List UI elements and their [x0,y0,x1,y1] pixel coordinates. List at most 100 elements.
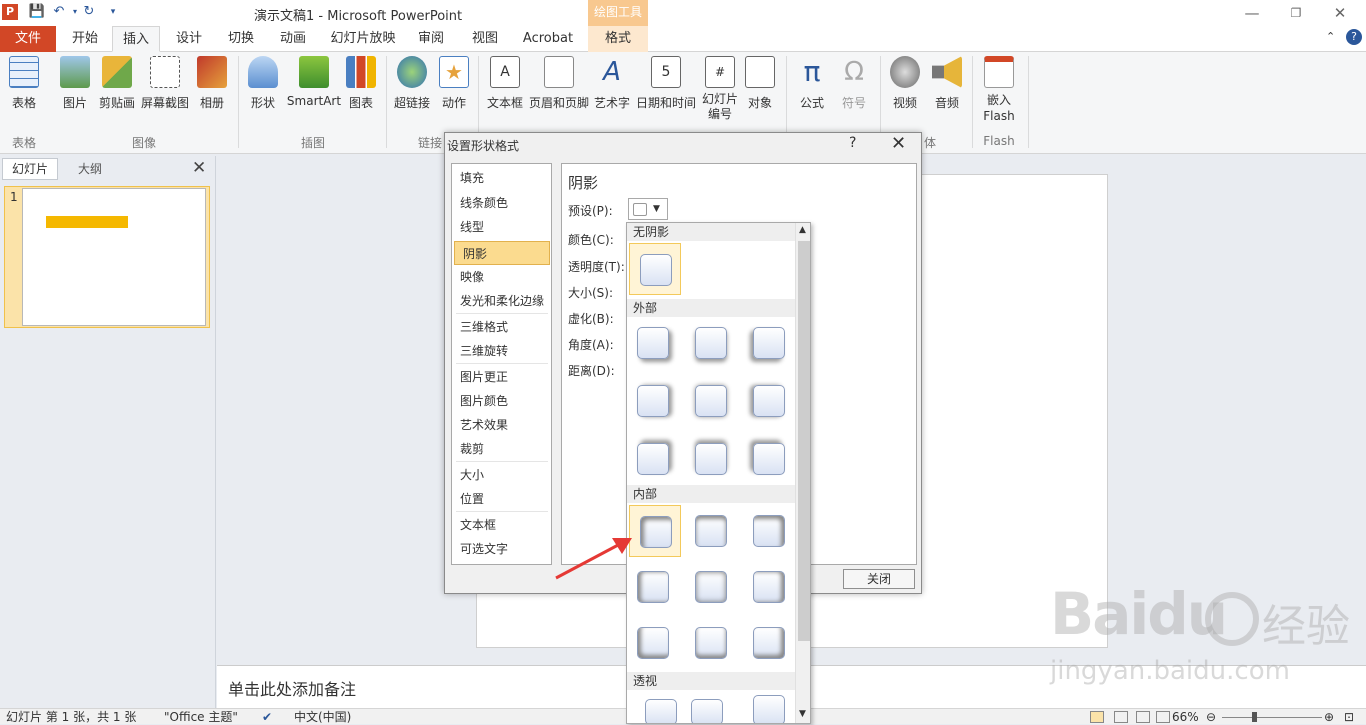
category-alt-text[interactable]: 可选文字 [452,537,551,561]
scroll-up-icon[interactable]: ▲ [799,225,806,235]
category-3d-rotation[interactable]: 三维旋转 [452,339,551,363]
slide-sorter-icon[interactable] [1114,711,1128,723]
tab-review[interactable]: 审阅 [410,26,452,52]
tab-acrobat[interactable]: Acrobat [518,26,578,52]
tab-file[interactable]: 文件 [0,26,56,52]
tab-home[interactable]: 开始 [64,26,106,52]
scroll-down-icon[interactable]: ▼ [799,709,806,719]
slide-number-button[interactable]: # 幻灯片编号 [700,56,740,122]
scrollbar-thumb[interactable] [798,241,810,641]
category-shadow[interactable]: 阴影 [454,241,550,265]
outer-shadow-preset[interactable] [753,327,785,359]
symbol-button[interactable]: Ω 符号 [836,56,872,111]
equation-button[interactable]: π 公式 [794,56,830,111]
language-status[interactable]: 中文(中国) [294,709,351,725]
outer-shadow-preset[interactable] [637,385,669,417]
collapse-ribbon-icon[interactable]: ⌃ [1326,30,1335,43]
category-fill[interactable]: 填充 [452,166,551,190]
slide-show-icon[interactable] [1156,711,1170,723]
clip-art-button[interactable]: 剪贴画 [96,56,138,111]
close-button[interactable]: 关闭 [843,569,915,589]
category-text-box[interactable]: 文本框 [452,513,551,537]
zoom-level[interactable]: 66% [1172,709,1199,725]
date-time-button[interactable]: 5 日期和时间 [636,56,696,111]
inner-shadow-preset[interactable] [753,571,785,603]
zoom-in-icon[interactable]: ⊕ [1324,709,1334,725]
category-position[interactable]: 位置 [452,487,551,511]
tab-slides[interactable]: 幻灯片 [2,158,58,180]
outer-shadow-preset[interactable] [753,443,785,475]
preset-no-shadow[interactable] [629,243,681,295]
close-panel-icon[interactable]: ✕ [192,158,210,178]
spell-check-icon[interactable]: ✔ [262,709,272,725]
perspective-shadow-preset[interactable] [645,699,677,723]
inner-shadow-preset[interactable] [695,571,727,603]
minimize-icon[interactable]: — [1230,2,1274,24]
outer-shadow-preset[interactable] [695,443,727,475]
hyperlink-button[interactable]: 超链接 [392,56,432,111]
fit-window-icon[interactable]: ⊡ [1344,709,1354,725]
restore-icon[interactable]: ❐ [1274,2,1318,24]
outer-shadow-preset[interactable] [695,385,727,417]
tab-format[interactable]: 格式 [588,26,648,52]
embed-flash-button[interactable]: 嵌入Flash [978,56,1020,124]
inner-shadow-preset[interactable] [753,515,785,547]
outer-shadow-preset[interactable] [753,385,785,417]
tab-design[interactable]: 设计 [168,26,210,52]
slide-thumbnail[interactable] [22,188,206,326]
wordart-button[interactable]: A 艺术字 [592,56,632,111]
close-window-icon[interactable]: ✕ [1318,2,1362,24]
zoom-out-icon[interactable]: ⊖ [1206,709,1216,725]
category-size[interactable]: 大小 [452,463,551,487]
audio-button[interactable]: 音频 [930,56,964,111]
save-icon[interactable]: 💾 [28,3,46,21]
outer-shadow-preset[interactable] [637,327,669,359]
redo-icon[interactable]: ↻ [80,3,98,21]
category-line-color[interactable]: 线条颜色 [452,191,551,215]
zoom-slider-handle[interactable] [1252,712,1257,722]
video-button[interactable]: 视频 [886,56,924,111]
category-reflection[interactable]: 映像 [452,265,551,289]
perspective-shadow-preset[interactable] [753,695,785,723]
category-picture-color[interactable]: 图片颜色 [452,389,551,413]
tab-outline[interactable]: 大纲 [60,158,120,180]
perspective-shadow-preset[interactable] [691,699,723,723]
picture-button[interactable]: 图片 [58,56,92,111]
inner-shadow-preset[interactable] [695,515,727,547]
inner-shadow-preset[interactable] [637,627,669,659]
customize-quick-access-icon[interactable]: ▾ [104,3,122,21]
header-footer-button[interactable]: 页眉和页脚 [528,56,590,111]
chart-button[interactable]: 图表 [346,56,376,111]
tab-transitions[interactable]: 切换 [220,26,262,52]
normal-view-icon[interactable] [1090,711,1104,723]
shapes-button[interactable]: 形状 [246,56,280,111]
category-artistic-effects[interactable]: 艺术效果 [452,413,551,437]
photo-album-button[interactable]: 相册 [196,56,228,111]
object-button[interactable]: 对象 [744,56,776,111]
gallery-scrollbar[interactable]: ▲ ▼ [795,223,810,723]
category-line-style[interactable]: 线型 [452,215,551,239]
theme-status[interactable]: "Office 主题" [164,709,238,725]
help-icon[interactable]: ? [1346,29,1362,45]
zoom-slider[interactable] [1222,717,1322,718]
category-crop[interactable]: 裁剪 [452,437,551,461]
inner-shadow-preset[interactable] [753,627,785,659]
reading-view-icon[interactable] [1136,711,1150,723]
dialog-help-icon[interactable]: ? [849,135,856,151]
table-button[interactable]: 表格 [6,56,42,111]
category-3d-format[interactable]: 三维格式 [452,315,551,339]
inner-shadow-preset[interactable] [637,571,669,603]
category-glow-soft-edges[interactable]: 发光和柔化边缘 [452,289,551,313]
smartart-button[interactable]: SmartArt [286,56,342,108]
presets-dropdown[interactable]: ▼ [628,198,668,220]
dialog-close-icon[interactable]: ✕ [891,133,906,154]
action-button[interactable]: ★ 动作 [438,56,470,111]
tab-slide-show[interactable]: 幻灯片放映 [326,26,400,52]
tab-insert[interactable]: 插入 [112,26,160,52]
outer-shadow-preset[interactable] [695,327,727,359]
text-box-button[interactable]: A 文本框 [484,56,526,111]
tab-animations[interactable]: 动画 [272,26,314,52]
tab-view[interactable]: 视图 [464,26,506,52]
screenshot-button[interactable]: 屏幕截图 [140,56,190,111]
outer-shadow-preset[interactable] [637,443,669,475]
